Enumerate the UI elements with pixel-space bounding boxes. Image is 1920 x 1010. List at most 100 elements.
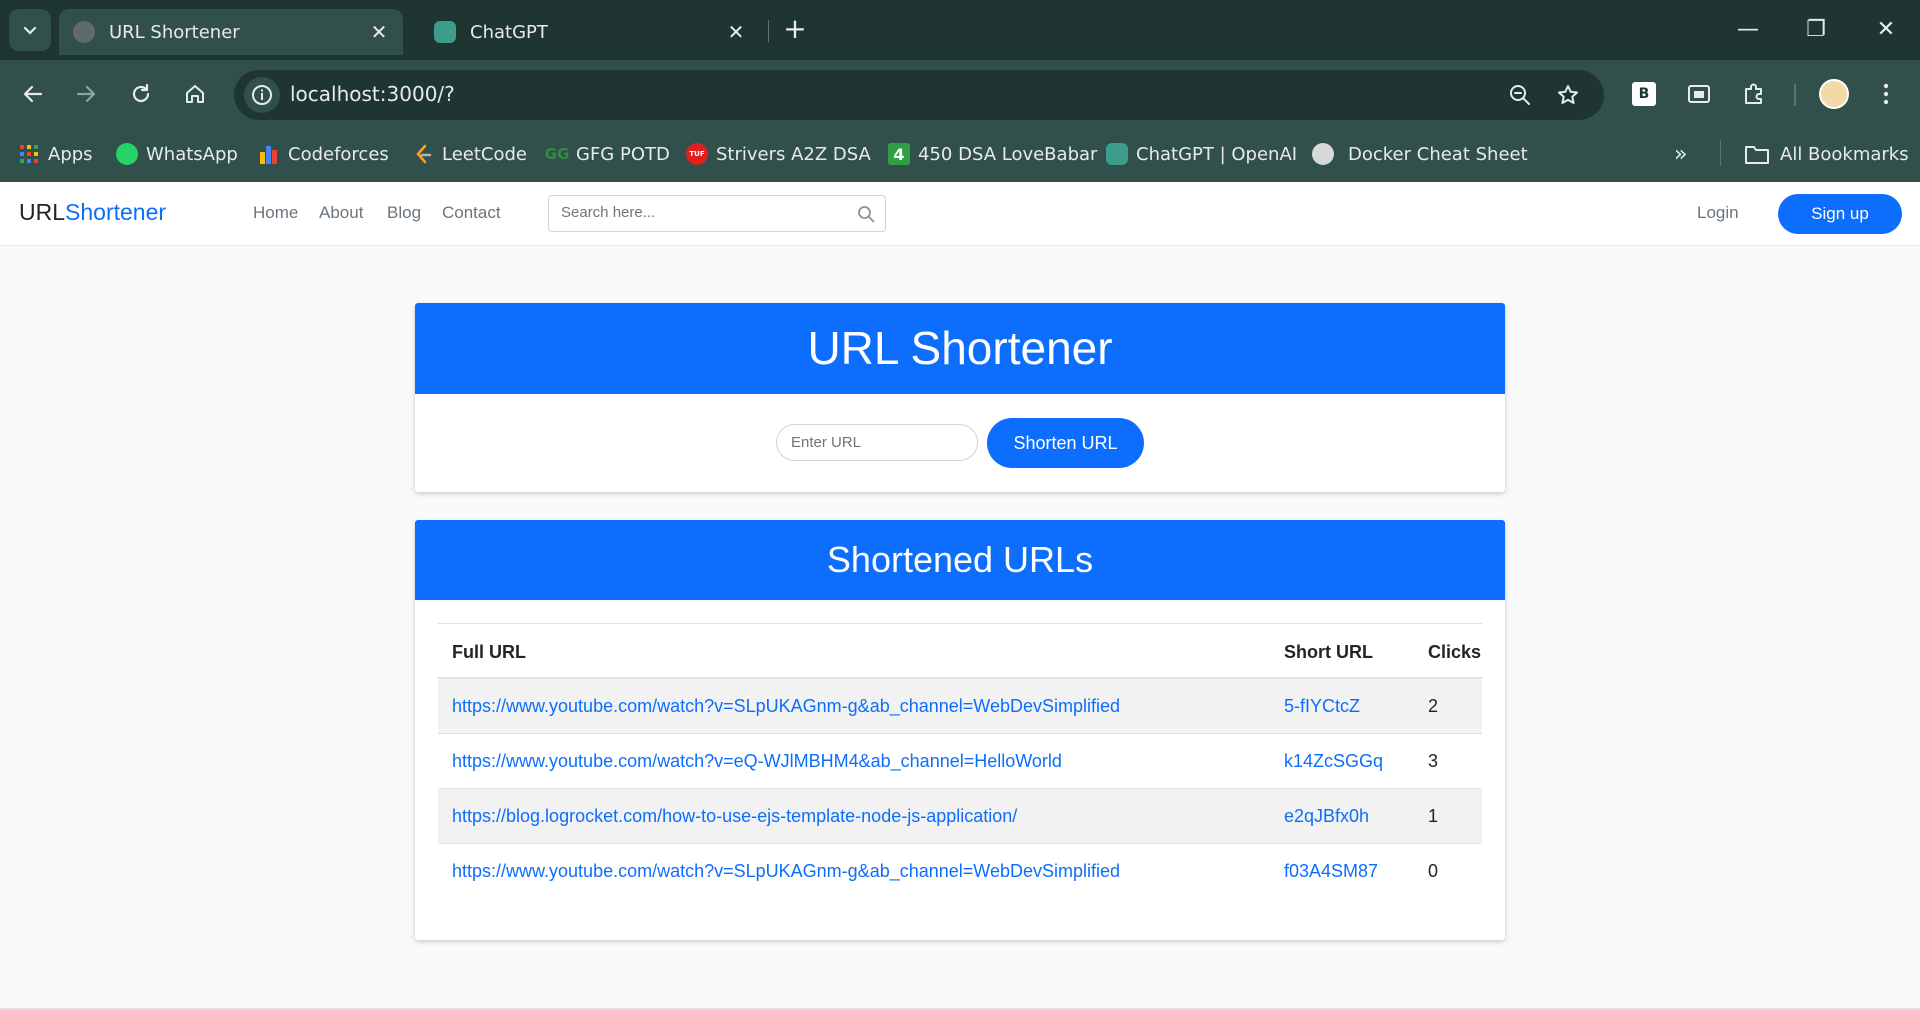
tab-search-button[interactable] [9, 9, 51, 51]
shortener-card: URL Shortener Shorten URL [415, 303, 1505, 492]
info-icon [252, 85, 272, 105]
picture-in-picture-icon [1688, 85, 1710, 103]
nav-link-home[interactable]: Home [253, 203, 298, 223]
zoom-button[interactable] [1506, 81, 1534, 109]
header-full-url: Full URL [452, 642, 526, 662]
tuf-icon: TUF [686, 143, 708, 165]
browser-menu-button[interactable] [1866, 74, 1906, 114]
codeforces-icon [258, 143, 280, 165]
browser-tab-bar: URL Shortener ✕ ChatGPT ✕ + — ❐ ✕ [0, 0, 1920, 60]
whatsapp-icon [116, 143, 138, 165]
bookmark-apps[interactable]: Apps [18, 138, 93, 170]
site-search [548, 195, 886, 232]
apps-grid-icon [18, 143, 40, 165]
close-tab-icon[interactable]: ✕ [369, 20, 389, 44]
url-input[interactable] [776, 424, 978, 461]
tab-separator [768, 20, 769, 42]
star-icon [1558, 85, 1578, 104]
nav-link-about[interactable]: About [319, 203, 363, 223]
extensions-button[interactable] [1734, 74, 1774, 114]
brand-text: URL [19, 199, 66, 225]
site-info-button[interactable] [244, 77, 280, 113]
urls-table: Full URL Short URL Clicks https://www.yo… [438, 623, 1482, 899]
more-vertical-icon [1883, 83, 1889, 105]
header-short-url: Short URL [1284, 642, 1373, 662]
openai-icon [434, 21, 456, 43]
bookmark-codeforces[interactable]: Codeforces [258, 138, 389, 170]
zoom-out-icon [1510, 85, 1530, 105]
folder-icon [1744, 143, 1770, 165]
tab-title: ChatGPT [470, 21, 548, 43]
reload-icon [132, 83, 150, 103]
arrow-right-icon [76, 85, 96, 103]
home-button[interactable] [175, 74, 215, 114]
bookmark-leetcode[interactable]: LeetCode [412, 138, 527, 170]
double-chevron-right-icon: » [1674, 141, 1688, 167]
bookmark-gfg[interactable]: GG GFG POTD [544, 138, 670, 170]
restore-button[interactable]: ❐ [1786, 10, 1846, 50]
profile-button[interactable] [1814, 74, 1854, 114]
bookmark-docker[interactable]: Docker Cheat Sheet [1312, 138, 1528, 170]
toolbar-separator [1794, 84, 1796, 106]
search-input[interactable] [561, 204, 851, 221]
avatar [1819, 79, 1849, 109]
table-row: https://www.youtube.com/watch?v=SLpUKAGn… [438, 844, 1482, 899]
minimize-button[interactable]: — [1718, 10, 1778, 50]
bookmark-label: WhatsApp [146, 143, 238, 165]
short-url-link[interactable]: 5-fIYCtcZ [1284, 679, 1360, 734]
bookmark-whatsapp[interactable]: WhatsApp [116, 138, 238, 170]
signup-button[interactable]: Sign up [1778, 194, 1902, 234]
reload-button[interactable] [121, 74, 161, 114]
bookmark-label: Codeforces [288, 143, 389, 165]
bookmark-chatgpt[interactable]: ChatGPT | OpenAI [1106, 138, 1297, 170]
tab-url-shortener[interactable]: URL Shortener ✕ [59, 9, 403, 55]
shortened-urls-title: Shortened URLs [415, 520, 1505, 600]
bookmarks-overflow-button[interactable]: » [1674, 138, 1687, 170]
click-count: 2 [1428, 696, 1439, 716]
extension-b-button[interactable]: B [1624, 74, 1664, 114]
address-bar[interactable]: localhost:3000/? [234, 70, 1604, 120]
page-viewport: URLShortener Home About Blog Contact Log… [0, 182, 1920, 1010]
close-window-button[interactable]: ✕ [1856, 10, 1916, 50]
table-row: https://blog.logrocket.com/how-to-use-ej… [438, 789, 1482, 844]
bookmark-strivers[interactable]: TUF Strivers A2Z DSA [686, 138, 871, 170]
nav-link-blog[interactable]: Blog [387, 203, 421, 223]
tab-title: URL Shortener [109, 21, 240, 43]
site-brand[interactable]: URLShortener [19, 199, 166, 226]
full-url-link[interactable]: https://www.youtube.com/watch?v=eQ-WJlMB… [452, 734, 1062, 789]
shortener-title: URL Shortener [415, 303, 1505, 394]
short-url-link[interactable]: f03A4SM87 [1284, 844, 1378, 899]
leetcode-icon [412, 143, 434, 165]
bookmark-star-button[interactable] [1554, 81, 1582, 109]
login-link[interactable]: Login [1697, 203, 1739, 223]
globe-icon [73, 21, 95, 43]
bookmark-label: 450 DSA LoveBabar [918, 143, 1098, 165]
chevron-down-icon [23, 26, 37, 35]
full-url-link[interactable]: https://blog.logrocket.com/how-to-use-ej… [452, 789, 1017, 844]
nav-link-contact[interactable]: Contact [442, 203, 501, 223]
browser-toolbar: localhost:3000/? B [0, 60, 1920, 128]
new-tab-button[interactable]: + [778, 12, 812, 46]
gfg-icon: GG [544, 145, 570, 163]
b-extension-icon: B [1632, 82, 1656, 106]
bookmark-450-dsa[interactable]: 4 450 DSA LoveBabar [888, 138, 1097, 170]
puzzle-icon [1745, 83, 1762, 104]
close-tab-icon[interactable]: ✕ [726, 20, 746, 44]
bookmark-label: ChatGPT | OpenAI [1136, 143, 1298, 165]
picture-in-picture-button[interactable] [1679, 74, 1719, 114]
click-count: 0 [1428, 861, 1439, 881]
forward-button[interactable] [66, 74, 106, 114]
back-button[interactable] [13, 74, 53, 114]
address-text[interactable]: localhost:3000/? [290, 82, 455, 106]
full-url-link[interactable]: https://www.youtube.com/watch?v=SLpUKAGn… [452, 844, 1120, 899]
openai-icon [1106, 143, 1128, 165]
site-navbar: URLShortener Home About Blog Contact Log… [0, 182, 1920, 246]
tab-chatgpt[interactable]: ChatGPT ✕ [420, 9, 760, 55]
short-url-link[interactable]: k14ZcSGGq [1284, 734, 1383, 789]
all-bookmarks-button[interactable]: All Bookmarks [1744, 138, 1909, 170]
arrow-left-icon [23, 85, 43, 103]
full-url-link[interactable]: https://www.youtube.com/watch?v=SLpUKAGn… [452, 679, 1120, 734]
search-icon[interactable] [857, 205, 875, 227]
short-url-link[interactable]: e2qJBfx0h [1284, 789, 1369, 844]
shorten-url-button[interactable]: Shorten URL [987, 418, 1144, 468]
